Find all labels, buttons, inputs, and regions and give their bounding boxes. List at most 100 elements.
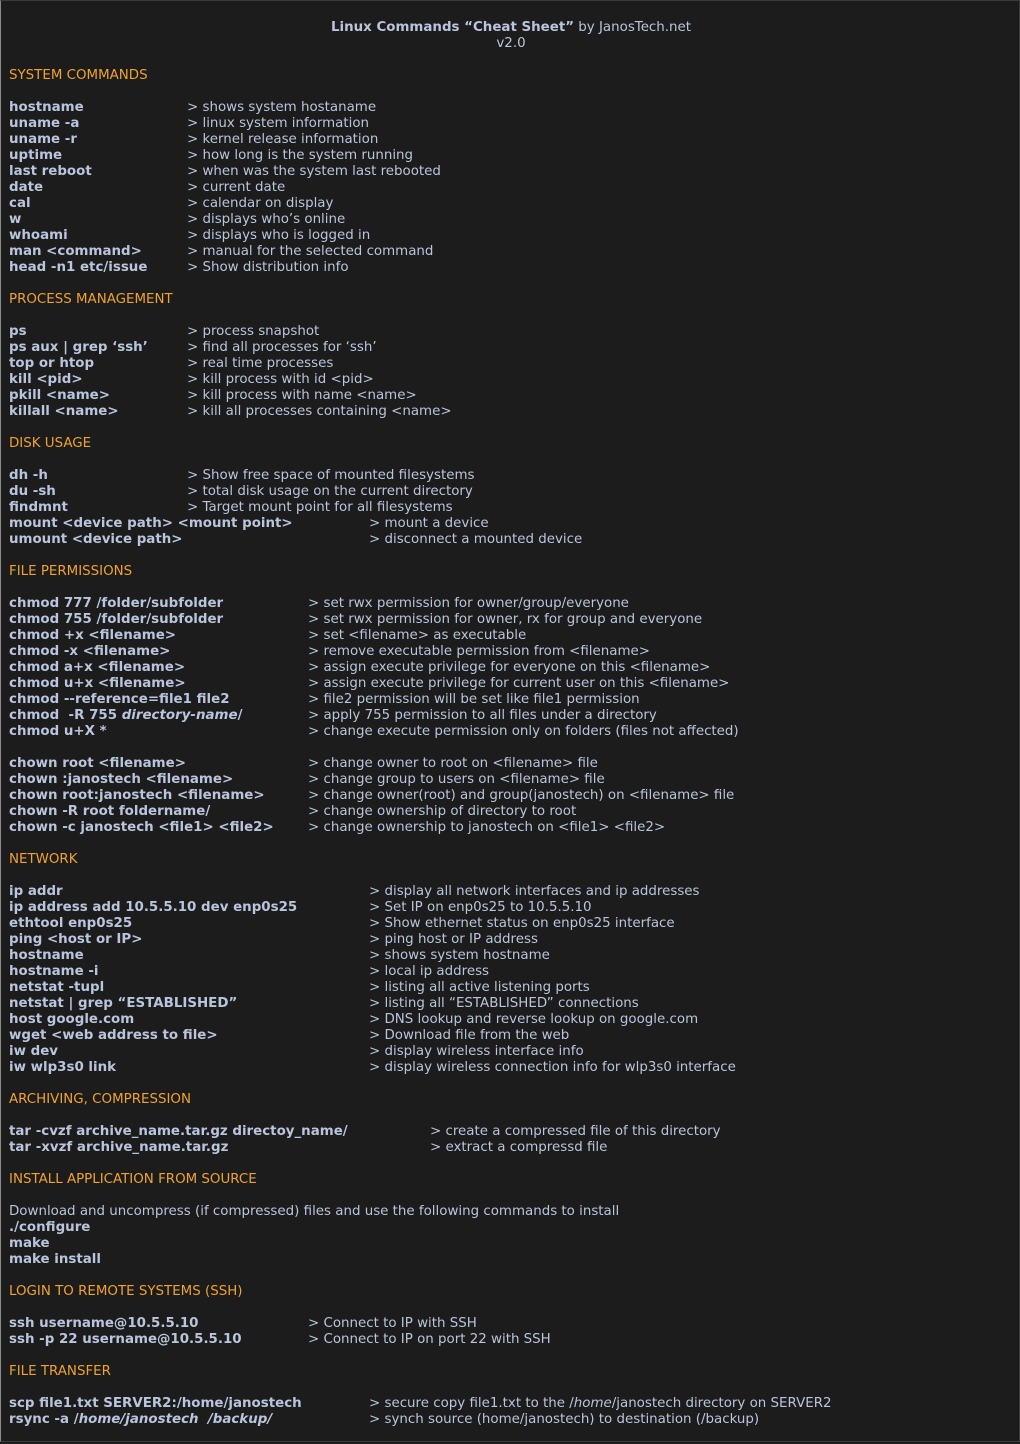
description: > secure copy file1.txt to the /home/jan… [369,1396,832,1412]
command-row: netstat -tupl > listing all active listen… [9,980,1009,996]
command: chown -R root foldername/ [9,804,211,819]
description: > Target mount point for all filesystems [187,500,453,515]
description: > set rwx permission for owner/group/eve… [308,596,629,611]
command: netstat -tupl [9,980,105,995]
description: > Connect to IP with SSH [308,1316,477,1331]
description: > change execute permission only on fold… [308,724,739,739]
command-row: ps aux | grep ‘ssh’ > find all processes … [9,340,1009,356]
description: > find all processes for ‘ssh’ [187,340,377,355]
description: > display wireless connection info for w… [369,1060,736,1075]
description: > set rwx permission for owner, rx for g… [308,612,703,627]
command-row: head -n1 etc/issue > Show distribution in… [9,260,1009,276]
command-row: w > displays who’s online [9,212,1009,228]
description: > displays who is logged in [187,228,371,243]
description: > create a compressed file of this direc… [430,1124,721,1139]
chmod-commands-list: chmod 777 /folder/subfolder > set rwx per… [9,596,1009,740]
description: > kill process with id <pid> [187,372,374,387]
command: tar -xvzf archive_name.tar.gz [9,1140,229,1155]
command: ps aux | grep ‘ssh’ [9,340,148,355]
command-row: top or htop > real time processes [9,356,1009,372]
command-row: dh -h > Show free space of mounted filesy… [9,468,1009,484]
description: > manual for the selected command [187,244,434,259]
section-title-permissions: FILE PERMISSIONS [9,564,133,579]
command-row: findmnt > Target mount point for all file… [9,500,1009,516]
command-row: host google.com > DNS lookup and reverse … [9,1012,1009,1028]
command-row: ssh -p 22 username@10.5.5.10 > Connect to… [9,1332,1009,1348]
description: > linux system information [187,116,370,131]
description: > Set IP on enp0s25 to 10.5.5.10 [369,900,592,915]
section-title-install: INSTALL APPLICATION FROM SOURCE [9,1172,257,1187]
command: chown root:janostech <filename> [9,788,265,803]
command-row: ssh username@10.5.5.10 > Connect to IP wi… [9,1316,1009,1332]
description: > remove executable permission from <fil… [308,644,650,659]
description-italic: home [573,1396,612,1411]
command: mount <device path> <mount point> [9,516,293,531]
command: top or htop [9,356,95,371]
command: ssh username@10.5.5.10 [9,1316,199,1331]
command: rsync -a /home/janostech /backup/ [9,1412,272,1428]
install-command: ./configure [9,1220,91,1235]
install-command: make [9,1236,50,1251]
description: > process snapshot [187,324,320,339]
command-row: uptime > how long is the system running [9,148,1009,164]
description: > listing all active listening ports [369,980,590,995]
command: w [9,212,22,227]
command: ssh -p 22 username@10.5.5.10 [9,1332,242,1347]
disk-commands-list: dh -h > Show free space of mounted filesy… [9,468,1009,548]
command: last reboot [9,164,92,179]
command-row: du -sh > total disk usage on the current … [9,484,1009,500]
command-row: umount <device path> > disconnect a mount… [9,532,1009,548]
command: scp file1.txt SERVER2:/home/janostech [9,1396,302,1411]
command-row: chmod u+X * > change execute permission o… [9,724,1009,740]
description: > synch source (home/janostech) to desti… [369,1412,760,1427]
command-row: netstat | grep “ESTABLISHED” > listing al… [9,996,1009,1012]
process-commands-list: ps > process snapshot ps aux | grep ‘ssh’… [9,324,1009,420]
section-title-process: PROCESS MANAGEMENT [9,292,173,307]
command: uname -a [9,116,80,131]
command-row: ping <host or IP> > ping host or IP addre… [9,932,1009,948]
command-row: rsync -a /home/janostech /backup/ > sync… [9,1412,1009,1428]
description: > change group to users on <filename> fi… [308,772,605,787]
description: > kill process with name <name> [187,388,417,403]
cheat-sheet-page: Linux Commands “Cheat Sheet” by JanosTec… [0,0,1020,1442]
command-prefix: rsync -a / [9,1412,79,1427]
command: date [9,180,44,195]
command-row: ip address add 10.5.5.10 dev enp0s25 > Se… [9,900,1009,916]
command-row: tar -xvzf archive_name.tar.gz > extract a… [9,1140,1009,1156]
content: SYSTEM COMMANDS hostname > shows system h… [9,68,1009,1444]
command: host google.com [9,1012,135,1027]
command-row: whoami > displays who is logged in [9,228,1009,244]
description: > ping host or IP address [369,932,538,947]
command-row: mount <device path> <mount point> > mount… [9,516,1009,532]
command-row: man <command> > manual for the selected c… [9,244,1009,260]
description: > listing all “ESTABLISHED” connections [369,996,639,1011]
command-row: last reboot > when was the system last re… [9,164,1009,180]
section-title-transfer: FILE TRANSFER [9,1364,111,1379]
description: > mount a device [369,516,489,531]
description: > Show ethernet status on enp0s25 interf… [369,916,675,931]
command-row: date > current date [9,180,1009,196]
command-placeholder: directory-name [121,708,238,723]
description: > display wireless interface info [369,1044,584,1059]
section-title-archiving: ARCHIVING, COMPRESSION [9,1092,191,1107]
command-row: chown root <filename> > change owner to r… [9,756,1009,772]
command: dh -h [9,468,48,483]
command-row: chown :janostech <filename> > change grou… [9,772,1009,788]
command-row: chown -R root foldername/ > change owners… [9,804,1009,820]
description-prefix: > secure copy file1.txt to the / [369,1396,574,1411]
ssh-commands-list: ssh username@10.5.5.10 > Connect to IP wi… [9,1316,1009,1348]
command: chmod -R 755 directory-name/ [9,708,243,724]
command: chmod a+x <filename> [9,660,186,675]
description: > change owner(root) and group(janostech… [308,788,735,803]
command: hostname [9,948,84,963]
command: ethtool enp0s25 [9,916,133,931]
section-title-network: NETWORK [9,852,78,867]
command-prefix: chmod -R 755 [9,708,122,723]
description: > kill all processes containing <name> [187,404,452,419]
command-row: iw dev > display wireless interface info [9,1044,1009,1060]
section-title-disk: DISK USAGE [9,436,92,451]
command-paths: home/janostech /backup/ [78,1412,273,1427]
command: hostname [9,100,84,115]
command: pkill <name> [9,388,110,403]
command-row: cal > calendar on display [9,196,1009,212]
